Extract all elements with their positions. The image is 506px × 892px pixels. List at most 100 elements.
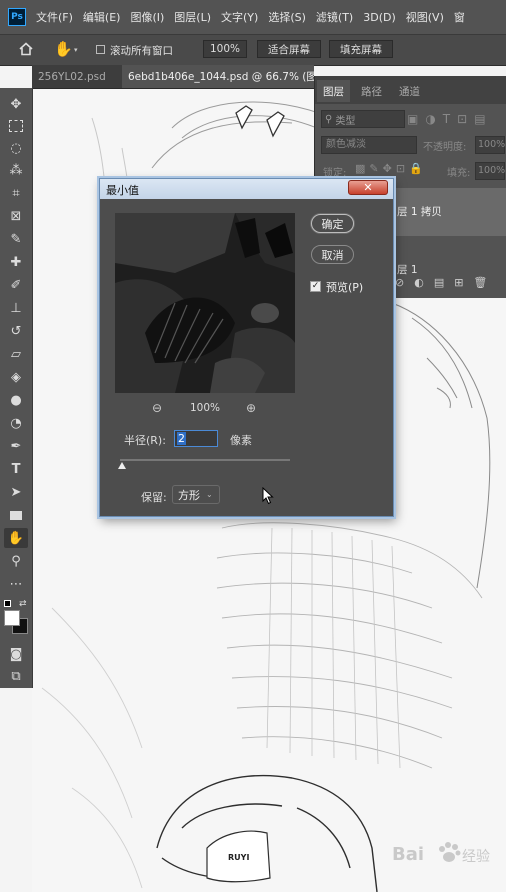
options-bar: ✋ ▾ 滚动所有窗口 100% 适合屏幕 填充屏幕 bbox=[0, 34, 506, 66]
preserve-value: 方形 bbox=[178, 488, 200, 502]
close-button[interactable]: ✕ bbox=[348, 180, 388, 195]
move-tool-icon[interactable]: ✥ bbox=[4, 94, 28, 114]
radius-input[interactable]: 2 bbox=[174, 430, 218, 447]
filter-preview[interactable] bbox=[115, 213, 295, 393]
blend-mode-select[interactable]: 颜色减淡 bbox=[321, 136, 417, 154]
rectangle-tool-icon[interactable] bbox=[4, 505, 28, 525]
blend-mode-value: 颜色减淡 bbox=[326, 139, 366, 150]
preserve-select[interactable]: 方形 ⌄ bbox=[172, 485, 220, 504]
kind-filter-select[interactable]: ⚲ 类型 bbox=[321, 110, 405, 128]
default-colors-icon[interactable] bbox=[4, 600, 11, 607]
opacity-label: 不透明度: bbox=[423, 142, 467, 153]
opacity-field[interactable]: 100% bbox=[475, 136, 505, 154]
tab-256yl02[interactable]: 256YL02.psd bbox=[32, 65, 116, 88]
menu-file[interactable]: 文件(F) bbox=[36, 9, 73, 25]
paw-logo-icon bbox=[436, 840, 462, 866]
dialog-title: 最小值 bbox=[106, 184, 139, 197]
mouse-cursor-icon bbox=[262, 486, 274, 505]
tab-label: 6ebd1b406e_1044.psd @ 66.7% (图层 bbox=[128, 71, 314, 83]
menu-view[interactable]: 视图(V) bbox=[406, 9, 444, 25]
menu-edit[interactable]: 编辑(E) bbox=[83, 9, 121, 25]
fit-screen-button[interactable]: 适合屏幕 bbox=[257, 40, 321, 58]
document-tab-bar: 256YL02.psd 6ebd1b406e_1044.psd @ 66.7% … bbox=[32, 65, 314, 89]
hand-tool-icon[interactable]: ✋ bbox=[4, 528, 28, 548]
fill-screen-button[interactable]: 填充屏幕 bbox=[329, 40, 393, 58]
zoom-value-field[interactable]: 100% bbox=[203, 40, 247, 58]
brush-tool-icon[interactable]: ✐ bbox=[4, 275, 28, 295]
lasso-tool-icon[interactable]: ◌ bbox=[4, 138, 28, 158]
watermark-brand: Bai bbox=[392, 844, 425, 865]
photoshop-logo: Ps bbox=[8, 8, 26, 26]
lock-icons[interactable]: ▩✎✥⊡🔒 bbox=[355, 162, 427, 175]
fill-field[interactable]: 100% bbox=[475, 162, 505, 180]
tool-preset-chevron-icon[interactable]: ▾ bbox=[74, 46, 78, 54]
chevron-down-icon: ⌄ bbox=[206, 490, 213, 499]
paint-bucket-tool-icon[interactable]: ◈ bbox=[4, 367, 28, 387]
swap-colors-icon[interactable]: ⇄ bbox=[19, 599, 27, 609]
pen-tool-icon[interactable]: ✒ bbox=[4, 436, 28, 456]
path-selection-tool-icon[interactable]: ➤ bbox=[4, 482, 28, 502]
radius-label: 半径(R): bbox=[124, 434, 166, 447]
type-tool-icon[interactable]: T bbox=[4, 459, 28, 479]
home-icon[interactable] bbox=[18, 41, 34, 57]
hand-tool-icon[interactable]: ✋ bbox=[54, 40, 73, 58]
tab-layers[interactable]: 图层 bbox=[317, 80, 350, 102]
eraser-tool-icon[interactable]: ▱ bbox=[4, 344, 28, 364]
filter-icons[interactable]: ▣◑T⊡▤ bbox=[407, 112, 493, 126]
preview-checkbox[interactable]: ✓ bbox=[310, 281, 321, 292]
watermark-site: 经验 bbox=[462, 849, 490, 865]
frame-tool-icon[interactable]: ⊠ bbox=[4, 206, 28, 226]
tab-paths[interactable]: 路径 bbox=[355, 80, 388, 102]
menu-image[interactable]: 图像(I) bbox=[130, 9, 164, 25]
radius-input-value: 2 bbox=[177, 432, 186, 445]
clone-stamp-tool-icon[interactable]: ⊥ bbox=[4, 298, 28, 318]
crop-tool-icon[interactable]: ⌗ bbox=[4, 183, 28, 203]
minimum-filter-dialog: 最小值 ✕ ⊖ 100% ⊕ 确定 取消 ✓ 预览(P) 半径(R): 2 像素… bbox=[99, 178, 394, 517]
eyedropper-tool-icon[interactable]: ✎ bbox=[4, 229, 28, 249]
search-icon: ⚲ bbox=[325, 113, 333, 125]
panel-footer-icons[interactable]: ⊘◐▤⊞🗑 bbox=[395, 276, 506, 296]
tab-channels[interactable]: 通道 bbox=[393, 80, 426, 102]
close-icon: ✕ bbox=[363, 181, 373, 194]
fill-label: 填充: bbox=[447, 168, 471, 179]
menu-select[interactable]: 选择(S) bbox=[268, 9, 306, 25]
lock-label: 锁定: bbox=[323, 168, 347, 179]
radius-slider-track[interactable] bbox=[120, 459, 290, 461]
dodge-tool-icon[interactable]: ◔ bbox=[4, 413, 28, 433]
tab-label: 256YL02.psd bbox=[38, 70, 106, 83]
scroll-all-checkbox[interactable] bbox=[96, 45, 105, 54]
preserve-label: 保留: bbox=[141, 491, 167, 504]
quick-mask-icon[interactable]: ◙ bbox=[4, 644, 28, 664]
preview-image bbox=[115, 213, 295, 393]
tools-panel: ✥ ◌ ⁂ ⌗ ⊠ ✎ ✚ ✐ ⊥ ↺ ▱ ◈ ● ◔ ✒ T ➤ ✋ ⚲ ⋯ … bbox=[0, 88, 33, 688]
history-brush-tool-icon[interactable]: ↺ bbox=[4, 321, 28, 341]
tab-6ebd1b406e[interactable]: 6ebd1b406e_1044.psd @ 66.7% (图层 bbox=[122, 65, 314, 88]
dialog-titlebar[interactable]: 最小值 ✕ bbox=[100, 179, 393, 199]
radius-slider-handle[interactable] bbox=[118, 462, 126, 469]
menu-3d[interactable]: 3D(D) bbox=[363, 11, 396, 24]
magic-wand-tool-icon[interactable]: ⁂ bbox=[4, 160, 28, 180]
blur-tool-icon[interactable]: ● bbox=[4, 390, 28, 410]
marquee-tool-icon[interactable] bbox=[4, 116, 28, 136]
preview-zoom-value: 100% bbox=[190, 402, 221, 414]
menu-type[interactable]: 文字(Y) bbox=[221, 9, 258, 25]
preview-label: 预览(P) bbox=[326, 281, 364, 294]
ok-button[interactable]: 确定 bbox=[311, 214, 354, 233]
scroll-all-label: 滚动所有窗口 bbox=[110, 45, 173, 57]
zoom-out-icon[interactable]: ⊖ bbox=[152, 401, 162, 415]
more-tools-icon[interactable]: ⋯ bbox=[4, 574, 28, 594]
layer-name: 层 1 拷贝 bbox=[397, 206, 442, 218]
menu-filter[interactable]: 滤镜(T) bbox=[316, 9, 353, 25]
healing-brush-tool-icon[interactable]: ✚ bbox=[4, 252, 28, 272]
zoom-tool-icon[interactable]: ⚲ bbox=[4, 551, 28, 571]
layer-name: 层 1 bbox=[397, 264, 418, 276]
radius-unit: 像素 bbox=[230, 434, 252, 447]
kind-filter-label: 类型 bbox=[335, 115, 356, 127]
foreground-color-swatch[interactable] bbox=[4, 610, 20, 626]
screen-mode-icon[interactable]: ⧉ bbox=[4, 666, 28, 686]
menu-window[interactable]: 窗 bbox=[454, 9, 465, 25]
menu-bar: Ps 文件(F) 编辑(E) 图像(I) 图层(L) 文字(Y) 选择(S) 滤… bbox=[0, 0, 506, 34]
menu-layer[interactable]: 图层(L) bbox=[174, 9, 211, 25]
zoom-in-icon[interactable]: ⊕ bbox=[246, 401, 256, 415]
cancel-button[interactable]: 取消 bbox=[311, 245, 354, 264]
